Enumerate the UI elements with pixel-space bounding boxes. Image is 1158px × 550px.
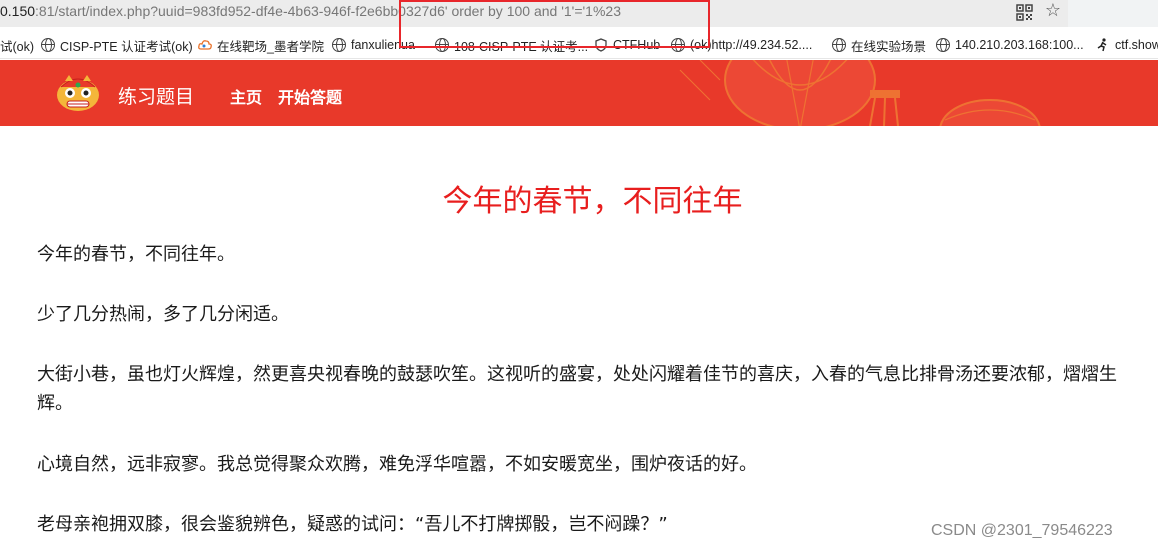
article-paragraph: 大街小巷，虽也灯火辉煌，然更喜央视春晚的鼓瑟吹笙。这视听的盛宴，处处闪耀着佳节的… [37,364,1117,414]
article-paragraph: 少了几分热闹，多了几分闲适。 [37,304,289,325]
runner-icon [1097,38,1107,52]
site-brand[interactable]: 练习题目 [118,82,194,109]
lion-dance-logo[interactable] [55,73,101,113]
article-title: 今年的春节，不同往年 [442,184,743,219]
site-header: 练习题目 主页 开始答题 [0,60,1158,126]
bookmark-label: CISP-PTE 认证考试(ok) [60,39,193,54]
bookmark-item[interactable]: 试(ok) [0,36,34,54]
qr-code-icon[interactable] [1016,4,1033,21]
url-host: 0.150 [0,3,36,19]
bookmark-item[interactable]: CISP-PTE 认证考试(ok) [41,36,193,54]
bookmark-item[interactable]: ctf.show [1096,36,1158,54]
globe-icon [936,38,950,52]
bookmark-label: 在线实验场景 [851,39,927,54]
csdn-watermark: CSDN @2301_79546223 [931,522,1113,539]
article-paragraph: 心境自然，远非寂寥。我总觉得聚众欢腾，难免浮华喧嚣，不如安暖宽坐，围炉夜话的好。 [37,454,757,475]
globe-icon [41,38,55,52]
highlight-box [399,0,710,48]
bookmark-item[interactable]: 140.210.203.168:100... [936,36,1084,54]
globe-icon [332,38,346,52]
nav-start-quiz[interactable]: 开始答题 [278,84,342,108]
article-paragraph: 今年的春节，不同往年。 [37,244,235,265]
bookmark-star-icon[interactable]: ☆ [1043,1,1063,21]
bookmark-item[interactable]: 在线靶场_墨者学院 [198,36,324,54]
bookmark-item[interactable]: 在线实验场景 [832,36,926,54]
nav-home[interactable]: 主页 [230,84,262,108]
cloud-icon [198,40,212,50]
globe-icon [832,38,846,52]
bookmark-label: 在线靶场_墨者学院 [217,39,324,54]
bookmark-label: 试(ok) [0,39,35,54]
bookmark-label: 140.210.203.168:100... [955,38,1084,52]
bookmark-label: ctf.show [1115,38,1158,52]
